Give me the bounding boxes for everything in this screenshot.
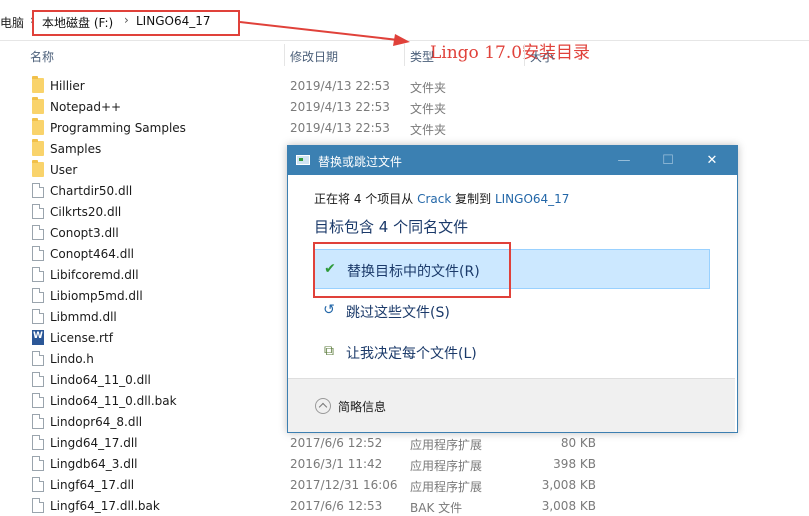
- file-name: Lingd64_17.dll: [50, 436, 138, 450]
- dialog-heading: 目标包含 4 个同名文件: [314, 218, 469, 236]
- file-type: 应用程序扩展: [410, 459, 483, 473]
- file-name: Conopt3.dll: [50, 226, 119, 240]
- file-name: Lindo64_11_0.dll: [50, 373, 151, 387]
- close-button[interactable]: ✕: [689, 146, 735, 175]
- file-size: 398 KB: [553, 457, 596, 471]
- file-size: 3,008 KB: [541, 478, 596, 492]
- column-type[interactable]: 类型: [410, 48, 434, 65]
- file-date: 2019/4/13 22:53: [290, 121, 390, 135]
- minimize-button[interactable]: —: [601, 146, 647, 175]
- file-type: 应用程序扩展: [410, 438, 483, 452]
- file-date: 2019/4/13 22:53: [290, 79, 390, 93]
- file-size: 3,008 KB: [541, 499, 596, 513]
- list-item[interactable]: Programming Samples 2019/4/13 22:53 文件夹: [0, 117, 809, 138]
- file-icon: [32, 498, 44, 513]
- column-divider[interactable]: [284, 44, 285, 66]
- file-icon: [32, 477, 44, 492]
- decide-each-file-label: 让我决定每个文件(L): [346, 346, 477, 362]
- file-icon: [32, 309, 44, 324]
- folder-icon: [32, 118, 44, 135]
- dialog-title: 替换或跳过文件: [318, 155, 403, 169]
- file-icon: [32, 204, 44, 219]
- folder-icon: [32, 97, 44, 114]
- word-document-icon: [32, 330, 44, 345]
- file-name: Samples: [50, 142, 102, 156]
- list-item[interactable]: Lingf64_17.dll 2017/12/31 16:06 应用程序扩展 3,00…: [0, 474, 809, 495]
- skip-files-label: 跳过这些文件(S): [346, 305, 450, 321]
- file-icon: [32, 351, 44, 366]
- folder-icon: [32, 139, 44, 156]
- column-divider[interactable]: [524, 44, 525, 66]
- file-name: Programming Samples: [50, 121, 186, 135]
- column-size[interactable]: 大小: [530, 48, 554, 65]
- file-icon: [32, 456, 44, 471]
- file-type: 文件夹: [410, 81, 447, 95]
- file-type: 文件夹: [410, 123, 447, 137]
- file-name: Lindo64_11_0.dll.bak: [50, 394, 177, 408]
- skip-arrow-icon: ↺: [323, 302, 335, 318]
- destination-folder-link[interactable]: LINGO64_17: [495, 192, 569, 206]
- file-name: Lindopr64_8.dll: [50, 415, 143, 429]
- file-icon: [32, 225, 44, 240]
- file-date: 2017/6/6 12:53: [290, 499, 383, 513]
- file-icon: [32, 267, 44, 282]
- file-name: License.rtf: [50, 331, 113, 345]
- copy-window-icon: [296, 155, 310, 165]
- file-name: Libiomp5md.dll: [50, 289, 143, 303]
- file-type: BAK 文件: [410, 501, 463, 515]
- copy-status-prefix: 正在将 4 个项目从: [314, 192, 418, 206]
- decide-files-icon: ⧉: [324, 343, 334, 359]
- column-name[interactable]: 名称: [30, 48, 54, 65]
- folder-icon: [32, 76, 44, 93]
- replace-option-highlight-box: [313, 242, 511, 298]
- copy-status-text: 正在将 4 个项目从 Crack 复制到 LINGO64_17: [314, 190, 569, 207]
- file-name: Lindo.h: [50, 352, 94, 366]
- file-type: 应用程序扩展: [410, 480, 483, 494]
- list-item[interactable]: Notepad++ 2019/4/13 22:53 文件夹: [0, 96, 809, 117]
- file-icon: [32, 246, 44, 261]
- file-date: 2017/12/31 16:06: [290, 478, 398, 492]
- file-icon: [32, 393, 44, 408]
- copy-status-mid: 复制到: [451, 192, 495, 206]
- source-folder-link[interactable]: Crack: [417, 192, 451, 206]
- dialog-footer: 简略信息: [288, 378, 735, 432]
- file-name: Libifcoremd.dll: [50, 268, 139, 282]
- file-name: Cilkrts20.dll: [50, 205, 122, 219]
- column-date[interactable]: 修改日期: [290, 48, 338, 65]
- file-name: Hillier: [50, 79, 85, 93]
- list-item[interactable]: Lingdb64_3.dll 2016/3/1 11:42 应用程序扩展 398 KB: [0, 453, 809, 474]
- file-name: User: [50, 163, 78, 177]
- file-name: Notepad++: [50, 100, 122, 114]
- file-icon: [32, 183, 44, 198]
- decide-each-file-option[interactable]: ⧉ 让我决定每个文件(L): [314, 332, 710, 372]
- list-item[interactable]: Lingd64_17.dll 2017/6/6 12:52 应用程序扩展 80 KB: [0, 432, 809, 453]
- file-date: 2016/3/1 11:42: [290, 457, 383, 471]
- file-date: 2019/4/13 22:53: [290, 100, 390, 114]
- file-icon: [32, 414, 44, 429]
- file-name: Libmmd.dll: [50, 310, 117, 324]
- collapse-details-icon[interactable]: [315, 398, 331, 414]
- file-name: Lingdb64_3.dll: [50, 457, 138, 471]
- file-name: Lingf64_17.dll: [50, 478, 135, 492]
- file-icon: [32, 435, 44, 450]
- list-item[interactable]: Hillier 2019/4/13 22:53 文件夹: [0, 75, 809, 96]
- file-icon: [32, 372, 44, 387]
- file-icon: [32, 288, 44, 303]
- file-name: Lingf64_17.dll.bak: [50, 499, 160, 513]
- list-item[interactable]: Lingf64_17.dll.bak 2017/6/6 12:53 BAK 文件 3,…: [0, 495, 809, 516]
- column-divider[interactable]: [404, 44, 405, 66]
- file-size: 80 KB: [560, 436, 596, 450]
- dialog-title-bar[interactable]: 替换或跳过文件 — ☐ ✕: [288, 146, 737, 175]
- file-date: 2017/6/6 12:52: [290, 436, 383, 450]
- maximize-button[interactable]: ☐: [645, 146, 691, 175]
- file-type: 文件夹: [410, 102, 447, 116]
- file-name: Conopt464.dll: [50, 247, 134, 261]
- file-name: Chartdir50.dll: [50, 184, 133, 198]
- fewer-details-link[interactable]: 简略信息: [338, 398, 386, 415]
- folder-icon: [32, 160, 44, 177]
